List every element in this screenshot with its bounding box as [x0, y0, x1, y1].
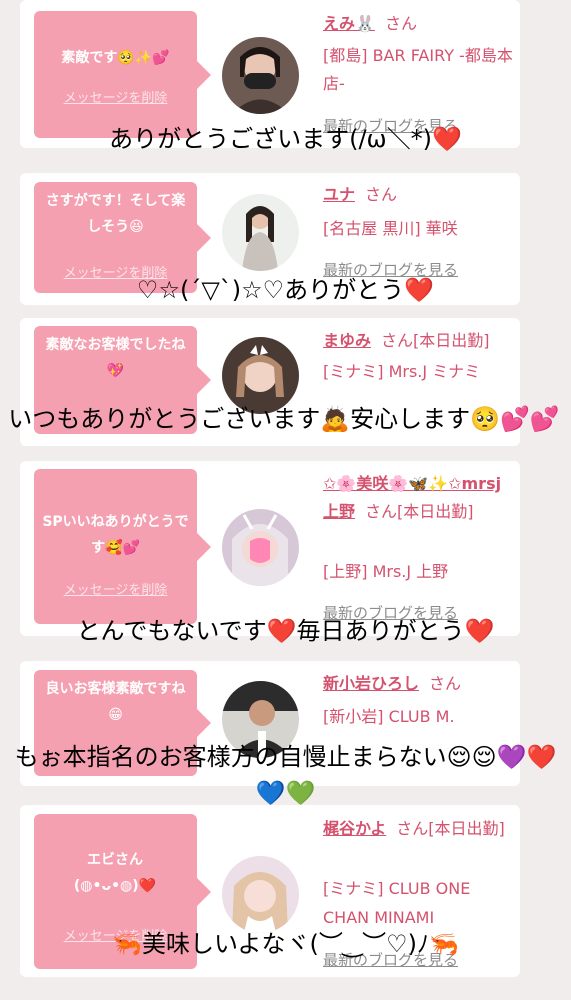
- message-text: 素敵です🥺✨💕: [61, 50, 170, 66]
- handwritten-caption: いつもありがとうございます🙇安心します🥺💕💕: [8, 405, 560, 433]
- handwritten-caption: ♡☆(´▽`)☆♡ありがとう❤️: [136, 276, 435, 304]
- handwritten-caption: ありがとうございます(/ω＼*)❤️: [109, 125, 462, 153]
- sender-name-link[interactable]: えみ🐰: [323, 14, 375, 33]
- honorific: さん[本日出勤]: [396, 819, 505, 838]
- handwritten-caption: 🦐美味しいよなヾ(︶‿︶♡)ﾉ🦐: [112, 930, 459, 958]
- message-card: SPいいねありがとうです🥰💕 メッセージを削除 ✩🌸美咲🌸🦋✨✩mrsj上野 さん…: [20, 461, 520, 636]
- honorific: さん: [429, 674, 462, 693]
- sender-name-line: ユナ さん: [323, 182, 513, 208]
- honorific: さん[本日出勤]: [365, 502, 474, 521]
- avatar[interactable]: [222, 194, 299, 271]
- honorific: さん: [384, 14, 417, 33]
- sender-name-line: えみ🐰 さん: [323, 11, 513, 37]
- message-text: 素敵なお客様でしたね💖: [45, 337, 186, 379]
- sender-name-link[interactable]: まゆみ: [323, 331, 371, 350]
- sender-name-line: まゆみ さん[本日出勤]: [323, 328, 513, 354]
- sender-name-link[interactable]: 梶谷かよ: [323, 819, 386, 838]
- shop-info: [名古屋 黒川] 華咲: [323, 219, 458, 238]
- shop-info: [ミナミ] CLUB ONE CHAN MINAMI: [323, 879, 471, 927]
- sender-name-line: ✩🌸美咲🌸🦋✨✩mrsj上野 さん[本日出勤]: [323, 470, 513, 526]
- sender-name-line: 梶谷かよ さん[本日出勤]: [323, 814, 513, 843]
- delete-message-link[interactable]: メッセージを削除: [40, 579, 191, 598]
- shop-info: [新小岩] CLUB M.: [323, 707, 455, 726]
- honorific: さん[本日出勤]: [381, 331, 490, 350]
- sender-name-line: 新小岩ひろし さん: [323, 671, 513, 697]
- message-bubble: 素敵です🥺✨💕 メッセージを削除: [34, 11, 211, 138]
- message-text: さすがです！そして楽しそう😆: [45, 193, 186, 235]
- sender-name-link[interactable]: ユナ: [323, 185, 355, 204]
- message-bubble: SPいいねありがとうです🥰💕 メッセージを削除: [34, 469, 211, 624]
- message-text: 良いお客様素敵ですね😁: [45, 681, 186, 723]
- shop-info: [都島] BAR FAIRY -都島本店-: [323, 46, 513, 93]
- handwritten-caption: もぉ本指名のお客様方の自慢止まらない😌😌💜❤️💙💚: [14, 743, 557, 807]
- message-text: SPいいねありがとうです🥰💕: [42, 514, 189, 556]
- avatar[interactable]: [222, 509, 299, 586]
- avatar[interactable]: [222, 856, 299, 933]
- sender-name-link[interactable]: 新小岩ひろし: [323, 674, 419, 693]
- delete-message-link[interactable]: メッセージを削除: [40, 87, 191, 106]
- handwritten-caption: とんでもないです❤️毎日ありがとう❤️: [76, 617, 495, 645]
- honorific: さん: [365, 185, 398, 204]
- shop-info: [上野] Mrs.J 上野: [323, 562, 449, 581]
- message-text: エビさん(◍•ᴗ•◍)❤️: [73, 852, 157, 894]
- shop-info: [ミナミ] Mrs.J ミナミ: [323, 362, 481, 381]
- avatar[interactable]: [222, 37, 299, 114]
